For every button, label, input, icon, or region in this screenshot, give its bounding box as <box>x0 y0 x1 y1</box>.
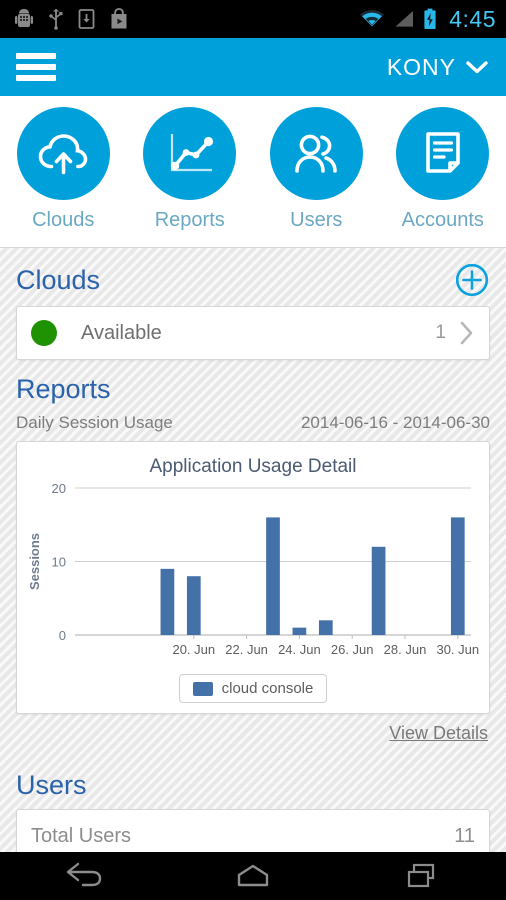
application-usage-bar-chart: 0 10 20 Sessions 20. Jun 22. Jun 24. Jun 26. Ju… <box>27 481 479 657</box>
svg-text:28. Jun: 28. Jun <box>384 642 427 657</box>
reports-section-header: Reports <box>0 360 506 413</box>
download-icon <box>78 9 95 29</box>
home-icon[interactable] <box>203 852 303 900</box>
scroll-content[interactable]: Clouds Available 1 Reports Daily Session… <box>0 248 506 852</box>
svg-text:26. Jun: 26. Jun <box>331 642 374 657</box>
recents-icon[interactable] <box>372 852 472 900</box>
users-heading: Users <box>16 770 87 800</box>
svg-text:20: 20 <box>52 481 66 496</box>
battery-charging-icon <box>424 8 436 29</box>
nav-tile-reports-circle <box>143 107 237 200</box>
android-debug-icon <box>15 9 33 27</box>
clouds-card: Available 1 <box>16 306 490 360</box>
users-total-row[interactable]: Total Users 11 <box>17 810 489 852</box>
report-date-range: 2014-06-16 - 2014-06-30 <box>300 413 490 432</box>
wifi-icon <box>360 10 385 27</box>
report-meta: Daily Session Usage 2014-06-16 - 2014-06… <box>0 413 506 441</box>
view-details-wrap: View Details <box>0 714 506 756</box>
cloud-upload-icon <box>38 133 88 174</box>
hamburger-menu-icon[interactable] <box>16 53 56 81</box>
nav-tile-clouds-label: Clouds <box>32 209 95 231</box>
users-total-count: 11 <box>454 824 475 847</box>
android-nav-bar <box>0 852 506 900</box>
nav-tile-users[interactable]: Users <box>261 107 371 232</box>
back-icon[interactable] <box>34 852 134 900</box>
legend-item-cloud-console: cloud console <box>178 674 328 703</box>
nav-tile-clouds[interactable]: Clouds <box>8 107 118 232</box>
chart-legend: cloud console <box>23 674 483 703</box>
status-bar-clock: 4:45 <box>449 5 496 32</box>
report-subtitle: Daily Session Usage <box>16 413 173 432</box>
chevron-right-icon <box>460 321 473 345</box>
status-bar-left-icons <box>14 8 359 30</box>
users-section-header: Users <box>0 756 506 809</box>
svg-text:10: 10 <box>52 555 66 570</box>
usb-icon <box>49 8 63 30</box>
phone-screen: 4:45 KONY Clouds Reports Users Accounts … <box>0 0 506 900</box>
nav-tile-users-label: Users <box>290 209 343 231</box>
nav-tile-clouds-circle <box>16 107 110 200</box>
chart-card: Application Usage Detail 0 10 20 Sessions 20… <box>16 441 490 714</box>
svg-text:20. Jun: 20. Jun <box>172 642 215 657</box>
clouds-heading: Clouds <box>16 264 101 295</box>
legend-swatch <box>192 681 213 696</box>
users-total-label: Total Users <box>31 824 132 847</box>
reports-heading: Reports <box>16 374 111 404</box>
nav-tile-users-circle <box>269 107 363 200</box>
view-details-link[interactable]: View Details <box>389 723 488 743</box>
svg-text:22. Jun: 22. Jun <box>225 642 268 657</box>
chart-title: Application Usage Detail <box>149 456 357 477</box>
nav-tile-reports[interactable]: Reports <box>135 107 245 232</box>
line-chart-icon <box>170 133 213 171</box>
clouds-section-header: Clouds <box>0 248 506 306</box>
cloud-status-row[interactable]: Available 1 <box>17 307 489 359</box>
cellular-signal-icon <box>395 11 414 27</box>
nav-tile-accounts-circle <box>396 107 490 200</box>
quick-nav-tiles: Clouds Reports Users Accounts <box>0 96 506 248</box>
cloud-status-label: Available <box>81 321 162 344</box>
cloud-status-count: 1 <box>435 322 446 343</box>
nav-tile-reports-label: Reports <box>154 209 225 231</box>
nav-tile-accounts[interactable]: Accounts <box>388 107 498 232</box>
status-badge <box>31 320 57 346</box>
status-bar-right-icons: 4:45 <box>359 6 496 33</box>
status-bar: 4:45 <box>0 0 506 38</box>
brand-dropdown[interactable]: KONY <box>387 54 488 81</box>
app-bar: KONY <box>0 38 506 96</box>
nav-tile-accounts-label: Accounts <box>401 209 484 231</box>
legend-label: cloud console <box>221 680 314 697</box>
chevron-down-icon <box>466 61 488 74</box>
svg-text:Sessions: Sessions <box>27 533 42 590</box>
svg-text:24. Jun: 24. Jun <box>278 642 321 657</box>
brand-label: KONY <box>386 53 456 80</box>
users-icon <box>295 134 338 173</box>
plus-circle-icon[interactable] <box>454 262 490 298</box>
svg-text:30. Jun: 30. Jun <box>436 642 479 657</box>
play-store-icon <box>111 8 127 29</box>
document-icon <box>425 131 460 173</box>
users-card: Total Users 11 <box>16 809 490 852</box>
svg-text:0: 0 <box>59 628 66 643</box>
